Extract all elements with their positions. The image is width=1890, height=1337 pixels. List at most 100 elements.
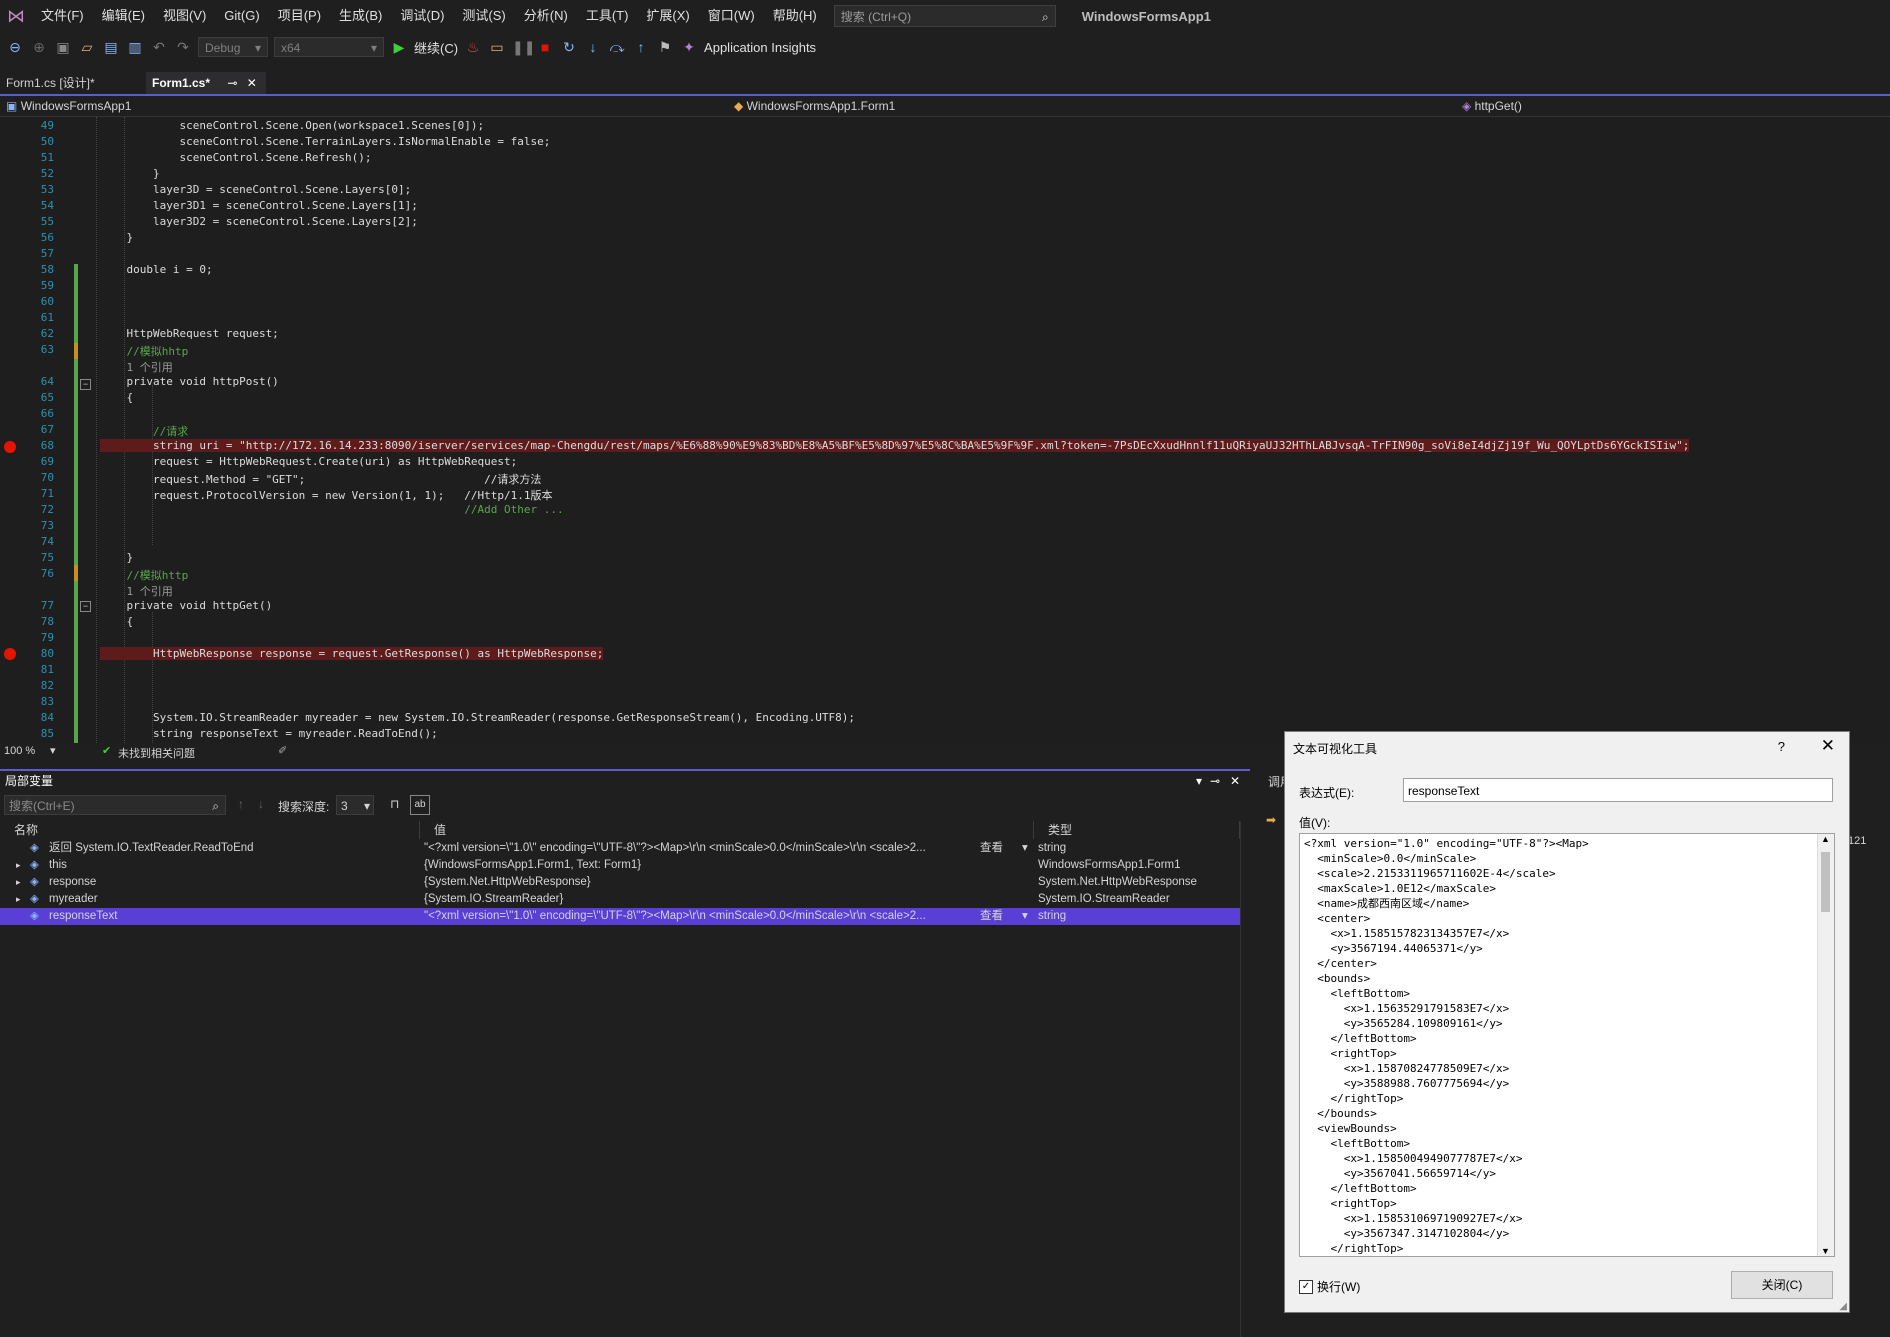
- zoom-level[interactable]: 100 %: [4, 745, 35, 757]
- menu-edit[interactable]: 编辑(E): [93, 0, 154, 32]
- project-dropdown[interactable]: ▣ WindowsFormsApp1: [6, 96, 726, 116]
- step-over-icon[interactable]: ⤼: [608, 39, 626, 56]
- line-number: 65: [40, 391, 54, 404]
- value-scrollbar[interactable]: ▲ ▼: [1817, 834, 1834, 1256]
- breakpoint-icon[interactable]: [4, 648, 16, 660]
- redo-icon[interactable]: ↷: [174, 39, 192, 56]
- view-visualizer-button[interactable]: 查看: [980, 840, 1003, 857]
- folder-icon[interactable]: ▭: [488, 39, 506, 56]
- navigate-forward-icon[interactable]: ⊕: [30, 39, 48, 56]
- locals-scrollbar[interactable]: [1240, 821, 1251, 1337]
- locals-value-cell[interactable]: "<?xml version=\"1.0\" encoding=\"UTF-8\…: [424, 840, 976, 857]
- chevron-up-icon[interactable]: ▲: [1821, 834, 1830, 844]
- close-button[interactable]: 关闭(C): [1731, 1271, 1833, 1299]
- menu-git[interactable]: Git(G): [215, 0, 268, 32]
- view-visualizer-button[interactable]: 查看: [980, 908, 1003, 925]
- open-folder-icon[interactable]: ▱: [78, 39, 96, 56]
- tab-form1-designer[interactable]: Form1.cs [设计]*: [0, 72, 101, 94]
- chevron-down-icon[interactable]: ▾: [1022, 908, 1028, 925]
- menu-extensions[interactable]: 扩展(X): [637, 0, 698, 32]
- menu-analyze[interactable]: 分析(N): [515, 0, 577, 32]
- hot-reload-icon[interactable]: ♨: [464, 39, 482, 56]
- save-all-icon[interactable]: ▥: [126, 39, 144, 56]
- column-header-label: 类型: [1048, 823, 1073, 837]
- line-number: 67: [40, 423, 54, 436]
- locals-value-cell[interactable]: {WindowsFormsApp1.Form1, Text: Form1}: [424, 857, 1030, 874]
- step-into-icon[interactable]: ↓: [584, 39, 602, 55]
- locals-search-input[interactable]: 搜索(Ctrl+E) ⌕: [4, 795, 226, 815]
- locals-row[interactable]: ▸ ◈ myreader {System.IO.StreamReader} System…: [0, 891, 1240, 908]
- column-header-name[interactable]: 名称: [0, 821, 420, 839]
- wrap-checkbox[interactable]: ✓ 换行(W): [1299, 1278, 1360, 1295]
- tab-form1-code[interactable]: Form1.cs* ⊸ ✕: [146, 72, 266, 94]
- undo-icon[interactable]: ↶: [150, 39, 168, 56]
- pin-source-icon[interactable]: ⊓: [390, 797, 399, 811]
- menu-test[interactable]: 测试(S): [453, 0, 514, 32]
- scroll-thumb[interactable]: [1821, 852, 1830, 912]
- locals-row[interactable]: ▸ ◈ this {WindowsFormsApp1.Form1, Text: For…: [0, 857, 1240, 874]
- menu-file[interactable]: 文件(F): [32, 0, 93, 32]
- chevron-down-icon[interactable]: ▾: [1022, 840, 1028, 857]
- pin-icon[interactable]: ⊸: [1210, 771, 1220, 791]
- expand-arrow-icon[interactable]: ▸: [16, 857, 21, 874]
- application-insights-button[interactable]: Application Insights: [704, 40, 816, 55]
- menu-window[interactable]: 窗口(W): [699, 0, 764, 32]
- global-search-input[interactable]: 搜索 (Ctrl+Q) ⌕: [833, 5, 1056, 27]
- member-dropdown[interactable]: ◈ httpGet(): [1462, 96, 1882, 116]
- close-icon[interactable]: ✕: [1230, 771, 1240, 791]
- close-icon[interactable]: ✕: [1821, 736, 1835, 756]
- menu-debug[interactable]: 调试(D): [391, 0, 453, 32]
- menu-help[interactable]: 帮助(H): [764, 0, 826, 32]
- pin-icon[interactable]: ⊸: [227, 76, 237, 90]
- issues-status[interactable]: 未找到相关问题: [118, 745, 195, 761]
- code-editor[interactable]: − − 49 sceneControl.Scene.Open(workspace…: [0, 117, 1890, 743]
- menu-build[interactable]: 生成(B): [330, 0, 391, 32]
- pause-icon[interactable]: ❚❚: [512, 39, 535, 56]
- new-item-icon[interactable]: ▣: [54, 39, 72, 56]
- search-previous-icon[interactable]: ↑: [238, 797, 244, 811]
- configuration-select[interactable]: Debug ▾: [198, 37, 268, 57]
- platform-select[interactable]: x64 ▾: [274, 37, 384, 57]
- column-header-value[interactable]: 值: [420, 821, 1034, 839]
- collapse-icon[interactable]: −: [80, 379, 91, 390]
- locals-value-cell[interactable]: {System.IO.StreamReader}: [424, 891, 1030, 908]
- expand-arrow-icon[interactable]: ▸: [16, 874, 21, 891]
- locals-row[interactable]: ◈ 返回 System.IO.TextReader.ReadToEnd "<?xml…: [0, 840, 1240, 857]
- help-button[interactable]: ?: [1778, 739, 1785, 754]
- stop-icon[interactable]: ■: [536, 39, 554, 55]
- locals-value-cell[interactable]: "<?xml version=\"1.0\" encoding=\"UTF-8\…: [424, 908, 976, 925]
- value-textarea[interactable]: <?xml version="1.0" encoding="UTF-8"?><M…: [1299, 833, 1835, 1257]
- resize-grip-icon[interactable]: ◢: [1839, 1301, 1847, 1312]
- locals-header: 局部变量 ▾ ⊸ ✕: [0, 771, 1250, 791]
- continue-button[interactable]: 继续(C): [414, 38, 458, 57]
- bookmark-icon[interactable]: ⚑: [656, 39, 674, 56]
- search-depth-select[interactable]: 3 ▾: [336, 795, 374, 815]
- expand-arrow-icon[interactable]: ▸: [16, 891, 21, 908]
- column-header-type[interactable]: 类型: [1034, 821, 1240, 839]
- close-icon[interactable]: ✕: [247, 76, 257, 90]
- step-out-icon[interactable]: ↑: [632, 39, 650, 55]
- class-dropdown[interactable]: ◆ WindowsFormsApp1.Form1: [734, 96, 1454, 116]
- brush-icon[interactable]: ✐: [278, 744, 287, 757]
- code-line: request.ProtocolVersion = new Version(1,…: [100, 489, 553, 502]
- breakpoint-icon[interactable]: [4, 441, 16, 453]
- menu-project[interactable]: 项目(P): [269, 0, 330, 32]
- save-icon[interactable]: ▤: [102, 39, 120, 56]
- restart-icon[interactable]: ↻: [560, 39, 578, 56]
- window-options-icon[interactable]: ▾: [1196, 771, 1202, 791]
- locals-row[interactable]: ▸ ◈ response {System.Net.HttpWebResponse} Sy…: [0, 874, 1240, 891]
- locals-name-cell: responseText: [49, 910, 118, 922]
- expression-field[interactable]: responseText: [1403, 778, 1833, 802]
- navigate-back-icon[interactable]: ⊖: [6, 39, 24, 56]
- locals-name-cell: this: [49, 859, 67, 871]
- menu-view[interactable]: 视图(V): [154, 0, 215, 32]
- continue-play-icon[interactable]: ▶: [390, 39, 408, 56]
- menu-tools[interactable]: 工具(T): [577, 0, 638, 32]
- hex-display-icon[interactable]: ab: [410, 795, 430, 815]
- search-next-icon[interactable]: ↓: [258, 797, 264, 811]
- collapse-icon[interactable]: −: [80, 601, 91, 612]
- locals-row[interactable]: ◈ responseText "<?xml version=\"1.0\" enco…: [0, 908, 1240, 925]
- chevron-down-icon[interactable]: ▼: [1821, 1246, 1830, 1256]
- chevron-down-icon[interactable]: ▾: [50, 744, 56, 757]
- locals-value-cell[interactable]: {System.Net.HttpWebResponse}: [424, 874, 1030, 891]
